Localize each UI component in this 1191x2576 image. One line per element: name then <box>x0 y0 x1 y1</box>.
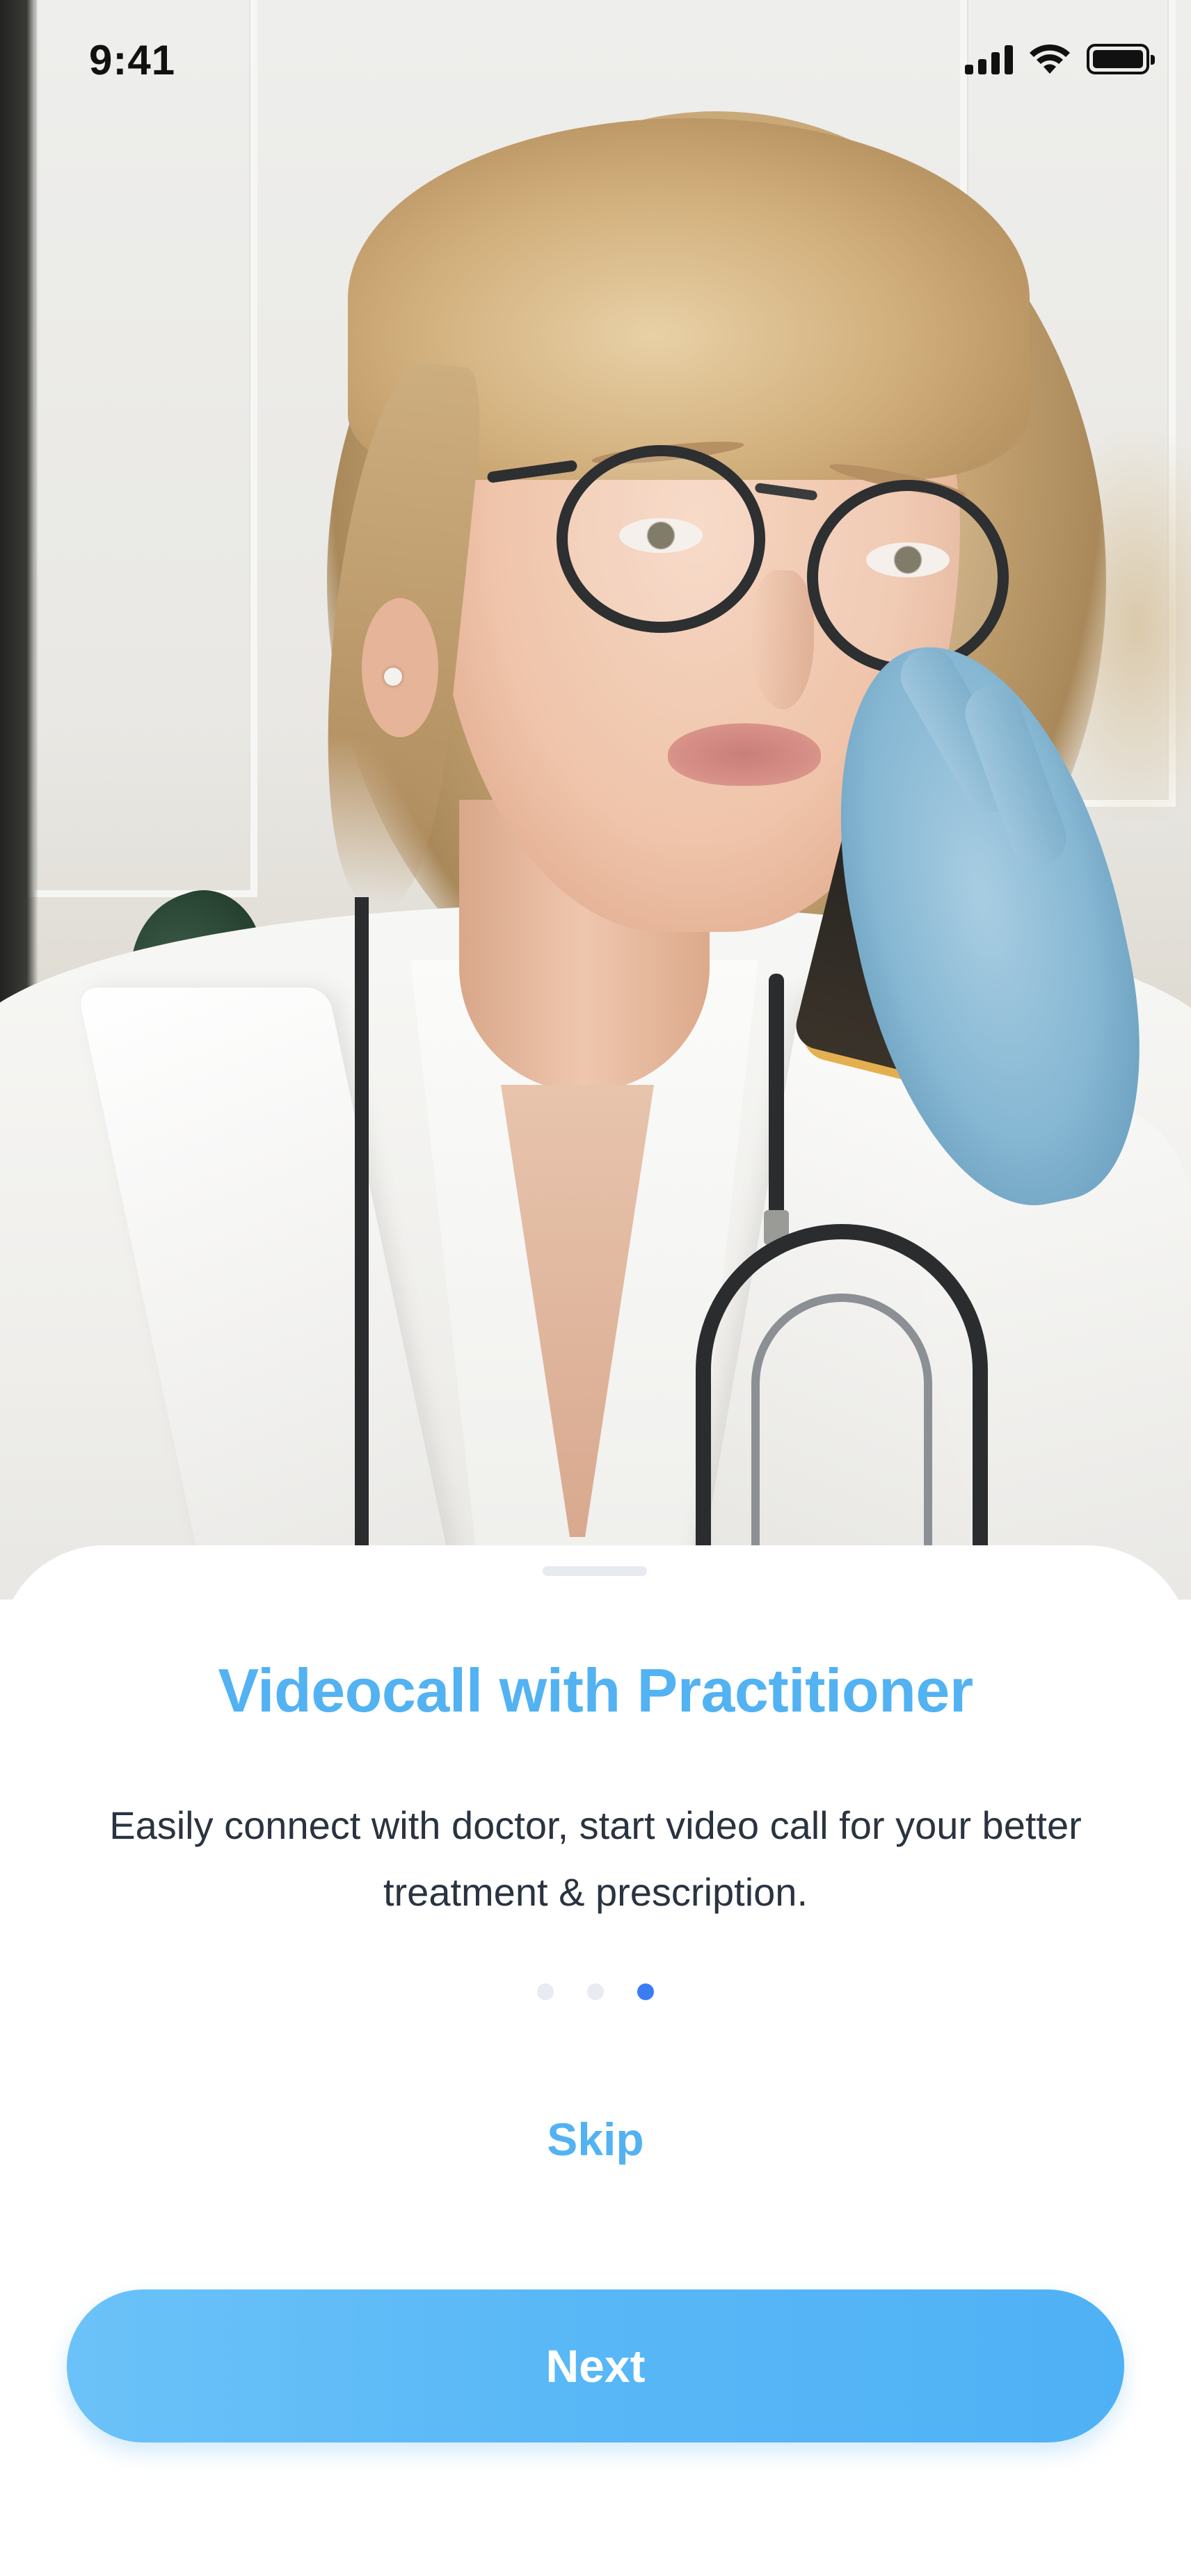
glasses-lens <box>557 445 765 633</box>
skip-button[interactable]: Skip <box>0 2113 1191 2166</box>
nose <box>751 570 814 709</box>
glasses-lens <box>807 480 1009 675</box>
wifi-icon <box>1030 44 1070 74</box>
status-bar: 9:41 <box>0 0 1191 125</box>
onboarding-sheet: Videocall with Practitioner Easily conne… <box>0 1545 1191 2576</box>
cellular-signal-icon <box>965 44 1013 74</box>
sheet-grabber[interactable] <box>543 1566 647 1576</box>
status-time: 9:41 <box>89 37 176 83</box>
page-dot[interactable] <box>537 1983 554 2000</box>
earring <box>384 668 402 686</box>
stethoscope-tube <box>769 974 784 1238</box>
page-indicator <box>0 1983 1191 2000</box>
hero-image <box>0 0 1191 1600</box>
ear <box>362 598 438 737</box>
page-dot-active[interactable] <box>637 1983 654 2000</box>
background-shadow <box>0 0 38 1148</box>
battery-icon <box>1087 44 1155 74</box>
battery-level <box>1093 50 1143 68</box>
page-dot[interactable] <box>587 1983 604 2000</box>
next-button-label: Next <box>545 2340 646 2392</box>
wall-panel <box>28 0 257 897</box>
lips <box>668 723 821 786</box>
status-icons <box>965 43 1155 75</box>
next-button[interactable]: Next <box>67 2289 1124 2442</box>
onboarding-title: Videocall with Practitioner <box>218 1656 973 1725</box>
onboarding-description: Easily connect with doctor, start video … <box>109 1803 1082 1914</box>
stethoscope-binaural <box>751 1294 932 1586</box>
stethoscope-tube <box>355 897 466 1600</box>
